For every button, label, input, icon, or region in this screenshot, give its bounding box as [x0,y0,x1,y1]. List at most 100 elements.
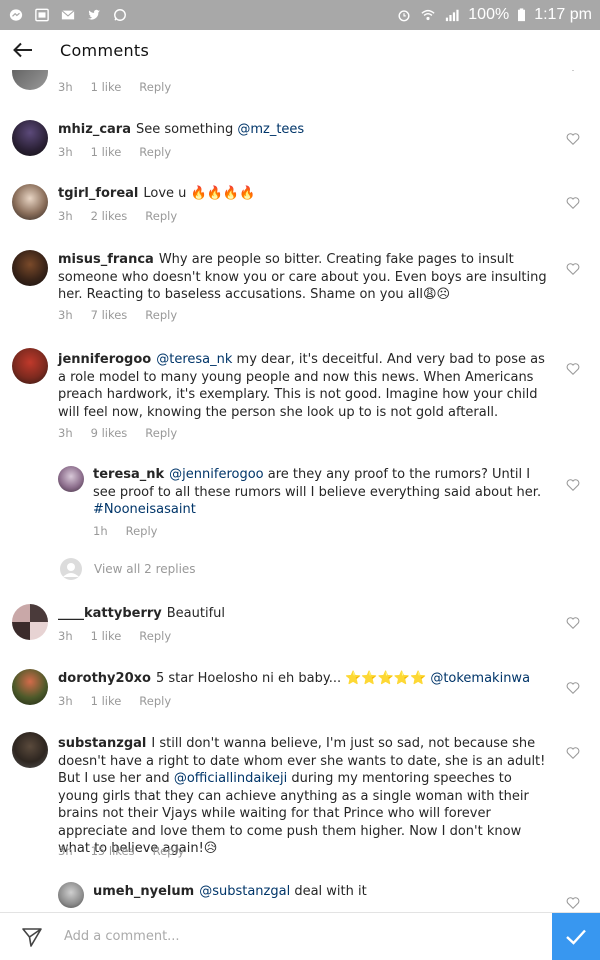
comment-item: mhiz_cara See something @mz_tees 3h 1 lik… [0,118,600,168]
reply-button[interactable]: Reply [145,308,177,322]
status-bar: 100% 1:17 pm [0,0,600,30]
comment-time: 3h [58,844,73,858]
avatar[interactable] [12,604,48,640]
comment-time: 3h [58,694,73,708]
heart-icon[interactable] [566,362,580,376]
comment-time: 3h [58,209,73,223]
comment-meta: 3h 1 like Reply [58,629,171,643]
avatar[interactable] [12,669,48,705]
comment-username[interactable]: dorothy20xo [58,671,151,686]
comment-text: misus_franca Why are people so bitter. Cr… [58,252,547,302]
heart-icon[interactable] [566,896,580,910]
profile-placeholder-icon [60,558,82,580]
back-arrow-icon [13,42,32,58]
comment-time: 1h [93,524,108,538]
battery-icon [518,8,526,22]
like-count[interactable]: 1 like [91,145,122,159]
comment-time: 3h [58,145,73,159]
comments-list[interactable]: 3h 1 like Reply mhiz_cara See something @… [0,70,600,912]
like-count[interactable]: 1 like [91,629,122,643]
heart-icon[interactable] [566,132,580,146]
clock: 1:17 pm [534,6,592,23]
comment-time: 3h [58,629,73,643]
reply-button[interactable]: Reply [153,844,185,858]
like-count[interactable]: 9 likes [91,426,128,440]
heart-icon[interactable] [566,70,580,72]
comment-text: mhiz_cara See something @mz_tees [58,122,305,137]
reply-button[interactable]: Reply [126,524,158,538]
avatar[interactable] [12,250,48,286]
like-count[interactable]: 15 likes [91,844,135,858]
comment-item: jenniferogoo @teresa_nk my dear, it's dec… [0,348,600,448]
direct-share-button[interactable] [0,913,64,960]
like-count[interactable]: 1 like [91,694,122,708]
comment-meta: 1h Reply [93,524,157,538]
comment-item: dorothy20xo 5 star Hoelosho ni eh baby...… [0,668,600,718]
comment-username[interactable]: jenniferogoo [58,352,151,367]
mention-link[interactable]: @mz_tees [237,122,304,137]
avatar[interactable] [58,882,84,908]
avatar[interactable] [12,348,48,384]
comment-text: teresa_nk @jenniferogoo are they any proo… [93,467,542,517]
mention-link[interactable]: @substanzgal [199,884,290,899]
mention-link[interactable]: @teresa_nk [156,352,232,367]
reply-item: umeh_nyelum @substanzgal deal with it [0,880,600,912]
comment-item: misus_franca Why are people so bitter. Cr… [0,248,600,328]
twitter-icon [87,9,101,20]
comment-input[interactable] [64,916,552,957]
comment-username[interactable]: ____kattyberry [58,606,162,621]
wifi-icon [421,9,435,21]
like-count[interactable]: 7 likes [91,308,128,322]
avatar[interactable] [12,120,48,156]
comment-time: 3h [58,80,73,94]
reply-button[interactable]: Reply [139,629,171,643]
mail-icon [61,10,75,20]
comment-meta: 3h 2 likes Reply [58,209,177,223]
view-replies-label: View all 2 replies [94,562,196,576]
post-comment-button[interactable] [552,912,600,960]
reply-button[interactable]: Reply [139,694,171,708]
avatar[interactable] [12,184,48,220]
avatar[interactable] [12,732,48,768]
reply-button[interactable]: Reply [145,426,177,440]
like-count[interactable]: 2 likes [91,209,128,223]
comment-time: 3h [58,308,73,322]
comment-text: jenniferogoo @teresa_nk my dear, it's dec… [58,352,545,420]
hashtag-link[interactable]: #Nooneisasaint [93,502,196,517]
heart-icon[interactable] [566,262,580,276]
app-bar: Comments [0,30,600,70]
like-count[interactable]: 1 like [91,80,122,94]
comment-text: tgirl_foreal Love u 🔥🔥🔥🔥 [58,186,256,201]
comment-username[interactable]: misus_franca [58,252,154,267]
mention-link[interactable]: @officiallindaikeji [174,771,287,786]
comment-composer [0,912,600,960]
heart-icon[interactable] [566,681,580,695]
heart-icon[interactable] [566,478,580,492]
signal-icon [446,9,459,22]
comment-text: dorothy20xo 5 star Hoelosho ni eh baby...… [58,671,531,686]
battery-level: 100% [468,6,510,23]
checkmark-icon [566,929,586,945]
comment-username[interactable]: umeh_nyelum [93,884,194,899]
back-button[interactable] [0,30,46,70]
comment-username[interactable]: mhiz_cara [58,122,131,137]
avatar[interactable] [12,70,48,90]
comment-text: substanzgal I still don't wanna believe, … [58,736,546,856]
avatar[interactable] [58,466,84,492]
comment-username[interactable]: substanzgal [58,736,146,751]
heart-icon[interactable] [566,196,580,210]
comment-username[interactable]: teresa_nk [93,467,164,482]
gallery-icon [35,8,49,22]
reply-button[interactable]: Reply [139,145,171,159]
mention-link[interactable]: @jenniferogoo [169,467,263,482]
view-replies-button[interactable]: View all 2 replies [58,558,196,580]
messenger-icon [9,9,23,21]
heart-icon[interactable] [566,616,580,630]
reply-button[interactable]: Reply [145,209,177,223]
mention-link[interactable]: @tokemakinwa [430,671,530,686]
heart-icon[interactable] [566,746,580,760]
comment-item: tgirl_foreal Love u 🔥🔥🔥🔥 3h 2 likes Reply [0,182,600,232]
reply-button[interactable]: Reply [139,80,171,94]
page-title: Comments [60,40,150,60]
comment-username[interactable]: tgirl_foreal [58,186,138,201]
